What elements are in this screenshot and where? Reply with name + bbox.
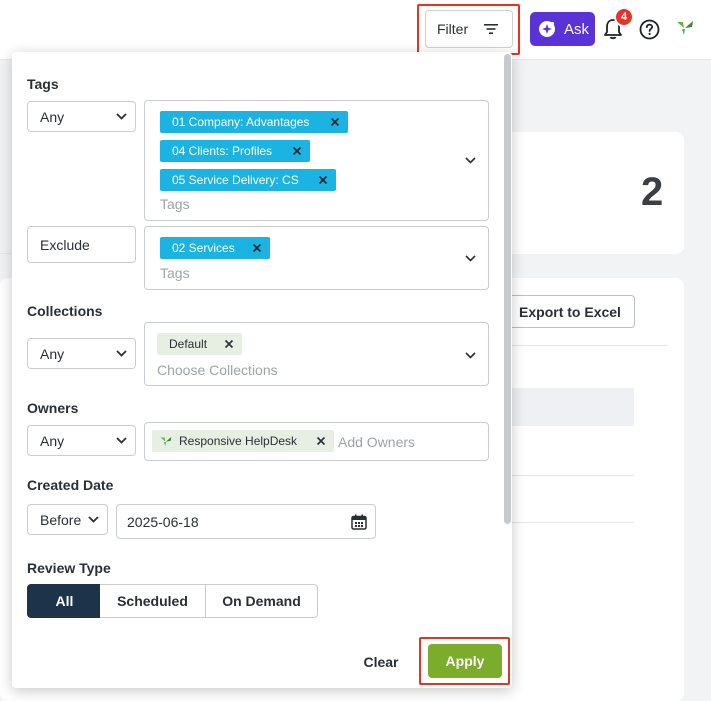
divider [0,253,12,254]
notification-badge: 4 [614,7,634,27]
tag-chip-label: 02 Services [172,241,235,255]
owners-mode-value: Any [40,432,65,449]
filter-panel-scrollbar[interactable] [504,54,511,524]
collections-placeholder: Choose Collections [157,362,278,378]
export-to-excel-button[interactable]: Export to Excel [505,295,635,328]
apply-button[interactable]: Apply [428,644,502,678]
clear-button[interactable]: Clear [356,650,406,674]
owners-placeholder: Add Owners [338,434,416,450]
tags-mode-value: Any [40,108,65,125]
collections-mode-select[interactable]: Any [27,338,136,369]
created-date-mode-select[interactable]: Before [27,504,108,535]
created-date-value: 2025-06-18 [127,513,199,530]
chevron-down-icon [88,516,99,523]
filter-lines-icon [484,24,498,34]
ask-button[interactable]: Ask [530,12,595,46]
tags-mode-select[interactable]: Any [27,101,136,132]
created-date-label: Created Date [27,477,114,493]
review-type-label: Review Type [27,560,111,576]
created-date-mode-value: Before [40,511,82,528]
tag-chip: 05 Service Delivery: CS [160,169,336,191]
tags-exclude-mode: Exclude [27,226,136,263]
tags-placeholder: Tags [160,196,190,212]
ai-sparkle-icon [539,21,555,37]
chevron-down-icon[interactable] [465,157,476,164]
close-icon[interactable] [316,436,326,446]
help-icon[interactable] [639,19,660,40]
collection-chip: Default [157,333,242,355]
tag-chip-label: 04 Clients: Profiles [172,144,273,158]
review-type-scheduled[interactable]: Scheduled [100,584,206,618]
tag-chip: 01 Company: Advantages [160,111,348,133]
divider [490,345,668,346]
chevron-down-icon [116,350,127,357]
tag-chip-label: 05 Service Delivery: CS [172,173,299,187]
close-icon[interactable] [224,339,234,349]
chevron-down-icon[interactable] [465,255,476,262]
summary-stat: 2 [641,170,664,214]
tags-exclude-placeholder: Tags [160,265,190,281]
review-type-on-demand[interactable]: On Demand [205,584,318,618]
collections-label: Collections [27,303,103,319]
tags-label: Tags [27,76,59,92]
created-date-input[interactable]: 2025-06-18 [116,504,376,539]
filter-button-label: Filter [437,21,469,37]
collections-mode-value: Any [40,345,65,362]
owners-mode-select[interactable]: Any [27,425,136,456]
calendar-icon[interactable] [351,514,367,530]
filter-button[interactable]: Filter [425,10,513,48]
chevron-down-icon[interactable] [465,352,476,359]
chevron-down-icon [116,437,127,444]
owners-label: Owners [27,400,79,416]
collection-chip-label: Default [169,337,208,351]
tag-chip: 04 Clients: Profiles [160,140,310,162]
tag-chip-label: 01 Company: Advantages [172,115,310,129]
top-bar: Filter Ask 4 [0,0,711,60]
responsive-leaf-icon [677,21,693,35]
close-icon[interactable] [318,175,328,185]
responsive-leaf-icon [160,436,172,446]
review-type-all[interactable]: All [27,584,102,618]
ask-button-label: Ask [564,20,590,38]
owner-chip-label: Responsive HelpDesk [179,434,298,448]
tag-chip: 02 Services [160,237,270,259]
chevron-down-icon [116,113,127,120]
close-icon[interactable] [330,117,340,127]
owner-chip: Responsive HelpDesk [152,430,334,452]
tags-exclude-mode-label: Exclude [40,236,90,253]
close-icon[interactable] [292,146,302,156]
close-icon[interactable] [252,243,262,253]
